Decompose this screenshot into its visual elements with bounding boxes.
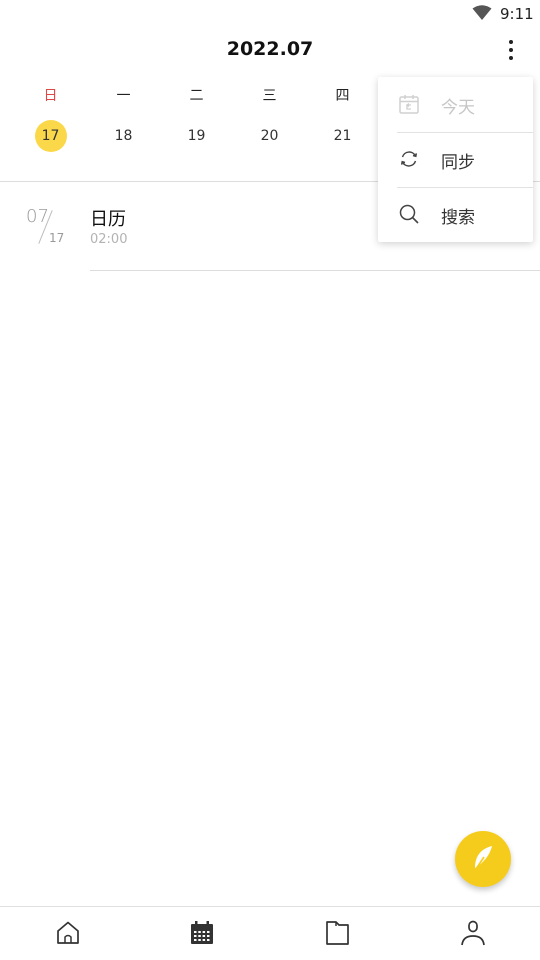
day-cell-wed[interactable]: 三 20 bbox=[233, 86, 306, 152]
weekday-label: 一 bbox=[116, 88, 131, 104]
day-cell-tue[interactable]: 二 19 bbox=[160, 86, 233, 152]
search-icon bbox=[399, 204, 419, 224]
calendar-icon[interactable] bbox=[188, 919, 216, 947]
menu-item-label: 搜索 bbox=[441, 208, 475, 228]
day-number[interactable]: 21 bbox=[327, 120, 359, 152]
profile-icon[interactable] bbox=[459, 919, 487, 947]
calendar-today-icon bbox=[399, 95, 419, 114]
event-title[interactable]: 日历 bbox=[90, 205, 126, 231]
day-cell-thu[interactable]: 四 21 bbox=[306, 86, 379, 152]
document-icon[interactable] bbox=[324, 919, 352, 947]
page-title[interactable]: 2022.07 bbox=[0, 38, 540, 60]
weekday-label: 四 bbox=[335, 88, 350, 104]
menu-item-today[interactable]: 今天 bbox=[378, 77, 533, 132]
overflow-menu: 今天 同步 搜索 bbox=[378, 77, 533, 242]
event-day: 17 bbox=[49, 231, 65, 245]
menu-item-label: 同步 bbox=[441, 153, 475, 173]
weekday-label: 二 bbox=[189, 88, 204, 104]
sync-icon bbox=[400, 151, 418, 167]
more-options-icon[interactable] bbox=[499, 36, 523, 64]
bottom-nav bbox=[0, 906, 540, 960]
day-cell-mon[interactable]: 一 18 bbox=[87, 86, 160, 152]
day-number[interactable]: 19 bbox=[181, 120, 213, 152]
new-note-button[interactable] bbox=[455, 831, 511, 887]
day-number[interactable]: 20 bbox=[254, 120, 286, 152]
event-time: 02:00 bbox=[90, 232, 128, 247]
wifi-icon bbox=[472, 5, 492, 20]
day-number[interactable]: 18 bbox=[108, 120, 140, 152]
day-number[interactable]: 17 bbox=[34, 120, 67, 152]
menu-item-search[interactable]: 搜索 bbox=[378, 187, 533, 242]
divider bbox=[90, 270, 540, 271]
day-cell-sun[interactable]: 日 17 bbox=[14, 86, 87, 152]
status-bar: 9:11 bbox=[0, 0, 540, 28]
weekday-label: 日 bbox=[43, 88, 58, 104]
status-time: 9:11 bbox=[500, 5, 534, 23]
home-icon[interactable] bbox=[54, 919, 82, 947]
menu-item-sync[interactable]: 同步 bbox=[378, 132, 533, 187]
menu-item-label: 今天 bbox=[441, 98, 475, 118]
weekday-label: 三 bbox=[262, 88, 277, 104]
event-date: 07 17 bbox=[22, 206, 72, 246]
feather-icon bbox=[473, 846, 492, 873]
